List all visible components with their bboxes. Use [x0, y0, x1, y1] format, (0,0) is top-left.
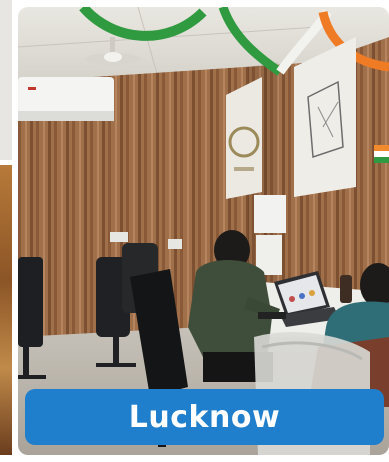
flag — [374, 145, 389, 163]
air-conditioner — [18, 77, 114, 121]
adjacent-photo-bottom — [0, 165, 12, 455]
poster-left — [226, 77, 262, 199]
adjacent-photo-top — [0, 0, 12, 160]
location-caption: Lucknow — [25, 389, 384, 445]
office-photo — [18, 7, 389, 455]
photo-card[interactable]: Lucknow — [18, 7, 389, 455]
adjacent-photo-edge — [0, 0, 16, 462]
